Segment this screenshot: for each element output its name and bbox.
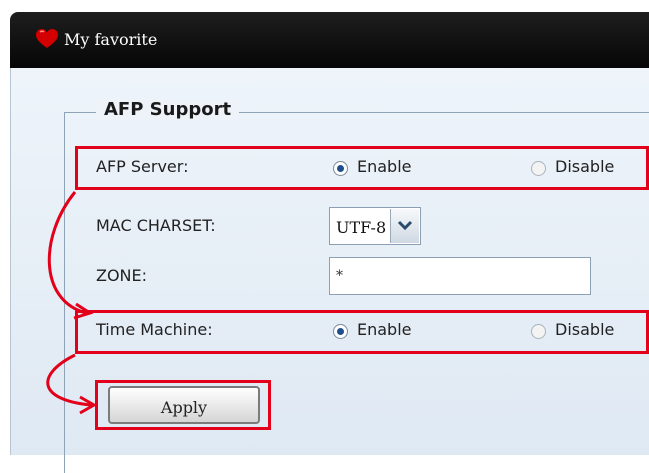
- arrow-to-apply: [46, 353, 92, 407]
- annotation-arrows: [46, 191, 98, 415]
- arrow-to-time-machine: [47, 191, 87, 315]
